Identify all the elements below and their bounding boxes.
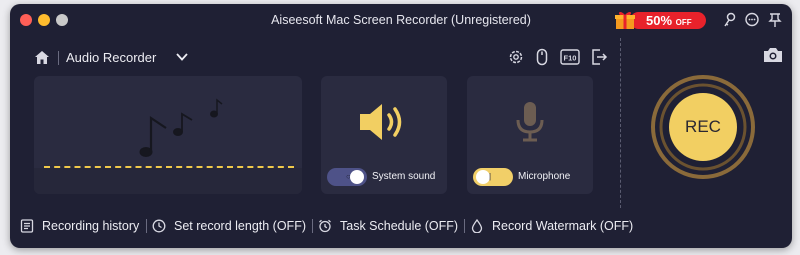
microphone-icon: [516, 102, 544, 142]
toggle-on-mark: |: [489, 172, 492, 181]
speaker-icon: [360, 104, 402, 140]
promo-pill: 50% OFF: [630, 12, 706, 29]
gift-icon: [615, 11, 635, 29]
microphone-toggle[interactable]: |: [473, 168, 513, 186]
record-watermark-label: Record Watermark (OFF): [492, 219, 634, 233]
record-length-button[interactable]: Set record length (OFF): [152, 217, 306, 235]
key-icon[interactable]: [722, 12, 738, 28]
bottom-separator: [146, 219, 147, 233]
music-notes-icon: [139, 98, 223, 157]
mouse-icon[interactable]: [533, 48, 551, 66]
promo-suffix: OFF: [675, 18, 692, 27]
list-icon: [20, 219, 34, 233]
microphone-label: Microphone: [518, 171, 571, 182]
waveform-line: [44, 166, 294, 168]
svg-text:F10: F10: [564, 54, 577, 63]
recording-history-button[interactable]: Recording history: [20, 217, 139, 235]
watermark-drop-icon: [471, 219, 483, 233]
bottom-bar: Recording history Set record length (OFF…: [10, 210, 792, 240]
audio-waveform-panel: [34, 76, 302, 194]
alarm-icon: [319, 219, 331, 233]
camera-icon[interactable]: [762, 46, 784, 64]
promo-badge[interactable]: 50% OFF: [614, 10, 706, 30]
record-button[interactable]: REC: [669, 93, 737, 161]
toggle-knob: [476, 170, 490, 184]
mode-label[interactable]: Audio Recorder: [66, 50, 156, 65]
settings-icon[interactable]: [507, 48, 525, 66]
record-control: REC: [648, 72, 758, 182]
system-sound-label: System sound: [372, 171, 436, 182]
toggle-knob: [350, 170, 364, 184]
app-window: Aiseesoft Mac Screen Recorder (Unregiste…: [10, 4, 792, 248]
task-schedule-button[interactable]: Task Schedule (OFF): [318, 217, 458, 235]
bottom-separator: [312, 219, 313, 233]
system-sound-toggle[interactable]: ○: [327, 168, 367, 186]
system-sound-card: ○ System sound: [321, 76, 447, 194]
toolbar-separator: [58, 51, 59, 65]
waveform-baseline-area: [34, 168, 302, 194]
clock-icon: [152, 219, 166, 233]
exit-icon[interactable]: [590, 48, 608, 66]
bottom-separator: [464, 219, 465, 233]
f10-hotkey-icon[interactable]: F10: [560, 48, 580, 66]
chat-icon[interactable]: [744, 12, 760, 28]
title-bar: Aiseesoft Mac Screen Recorder (Unregiste…: [10, 4, 792, 36]
pin-icon[interactable]: [767, 12, 783, 28]
microphone-card: | Microphone: [467, 76, 593, 194]
home-icon[interactable]: [34, 50, 50, 65]
section-divider: [620, 38, 621, 208]
chevron-down-icon[interactable]: [176, 52, 188, 62]
record-watermark-button[interactable]: Record Watermark (OFF): [470, 217, 633, 235]
task-schedule-label: Task Schedule (OFF): [340, 219, 459, 233]
record-length-label: Set record length (OFF): [174, 219, 306, 233]
promo-discount: 50%: [646, 13, 673, 28]
recording-history-label: Recording history: [42, 219, 140, 233]
